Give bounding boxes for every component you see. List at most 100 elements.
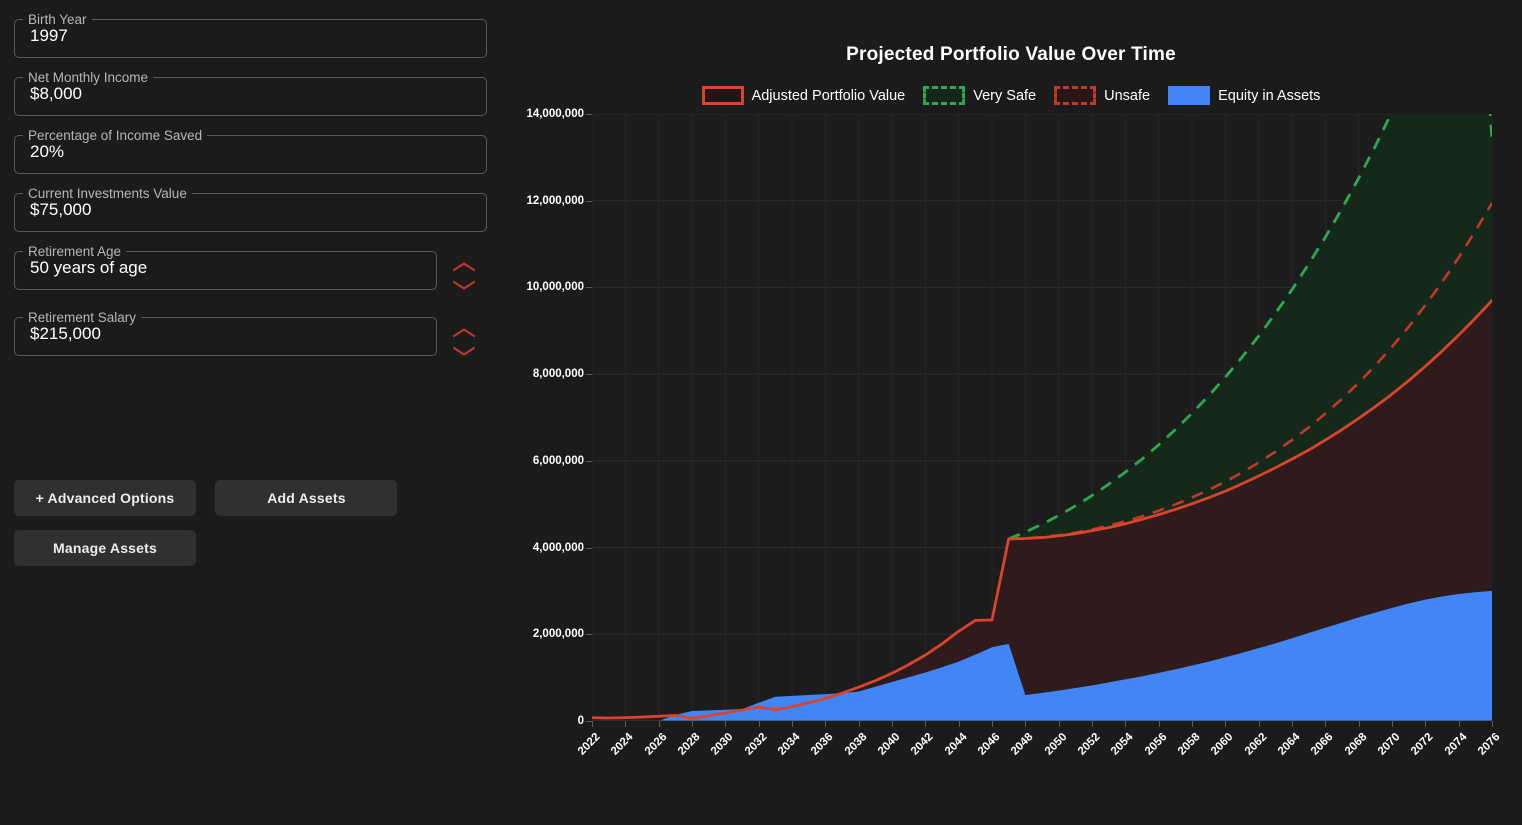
current-investments-value-input[interactable]: $75,000 bbox=[14, 188, 487, 232]
chart-title: Projected Portfolio Value Over Time bbox=[846, 44, 1176, 65]
y-tick-label: 0 bbox=[577, 715, 584, 727]
legend-swatch-icon bbox=[1168, 86, 1211, 105]
actions-row-2: Manage Assets bbox=[14, 530, 484, 566]
field-retirement-age[interactable]: 50 years of age Retirement Age bbox=[14, 245, 437, 290]
field-row-net-monthly-income: $8,000 Net Monthly Income bbox=[0, 58, 500, 116]
x-tick-label: 2068 bbox=[1342, 731, 1370, 758]
x-tick-label: 2038 bbox=[842, 731, 870, 758]
y-tick-label: 2,000,000 bbox=[532, 628, 584, 641]
net-monthly-income-input[interactable]: $8,000 bbox=[14, 72, 487, 116]
legend-item-unsafe[interactable]: Unsafe bbox=[1054, 86, 1150, 105]
x-tick-mark bbox=[925, 721, 927, 727]
x-tick-label: 2040 bbox=[875, 731, 903, 758]
x-tick-label: 2052 bbox=[1075, 731, 1103, 758]
x-tick-mark bbox=[958, 721, 960, 727]
x-tick-mark bbox=[1092, 721, 1093, 727]
x-tick-mark bbox=[1325, 721, 1327, 727]
birth-year-input[interactable]: 1997 bbox=[14, 14, 487, 58]
x-tick-mark bbox=[725, 721, 727, 727]
chart-panel: Projected Portfolio Value Over Time Adju… bbox=[500, 0, 1522, 825]
x-tick-mark bbox=[1225, 721, 1227, 727]
x-tick-label: 2024 bbox=[609, 731, 636, 758]
advanced-options-button[interactable]: + Advanced Options bbox=[14, 480, 196, 516]
add-assets-button[interactable]: Add Assets bbox=[215, 480, 398, 516]
x-tick-mark bbox=[825, 721, 827, 727]
legend-swatch-icon bbox=[701, 86, 744, 105]
field-birth-year[interactable]: 1997 Birth Year bbox=[14, 13, 487, 58]
x-tick-label: 2050 bbox=[1042, 731, 1070, 758]
x-tick-mark bbox=[1392, 721, 1393, 727]
x-tick-label: 2056 bbox=[1142, 731, 1170, 758]
chevron-up-icon[interactable] bbox=[453, 328, 475, 337]
field-row-retirement-salary: $215,000 Retirement Salary bbox=[0, 298, 500, 364]
retirement-planner-app: 1997 Birth Year $8,000 Net Monthly Incom… bbox=[0, 0, 1522, 825]
y-tick-label: 12,000,000 bbox=[526, 194, 584, 207]
manage-assets-button[interactable]: Manage Assets bbox=[14, 530, 196, 566]
x-tick-mark bbox=[1025, 721, 1027, 727]
y-tick-label: 4,000,000 bbox=[532, 541, 584, 554]
y-tick-label: 8,000,000 bbox=[532, 368, 584, 381]
retirement-salary-input[interactable]: $215,000 bbox=[14, 312, 437, 356]
x-tick-label: 2062 bbox=[1242, 731, 1270, 758]
chart-svg bbox=[592, 114, 1492, 721]
x-tick-label: 2066 bbox=[1309, 731, 1336, 758]
field-percentage-of-income-saved[interactable]: 20% Percentage of Income Saved bbox=[14, 129, 487, 174]
y-tick-label: 14,000,000 bbox=[526, 108, 584, 120]
chevron-down-icon[interactable] bbox=[453, 347, 475, 356]
x-tick-mark bbox=[1258, 721, 1260, 727]
x-tick-mark bbox=[792, 721, 793, 727]
x-tick-label: 2076 bbox=[1475, 731, 1503, 758]
chevron-up-icon[interactable] bbox=[453, 262, 475, 271]
chart-plot-area bbox=[592, 114, 1492, 721]
x-tick-label: 2036 bbox=[809, 731, 836, 758]
legend-item-very-safe[interactable]: Very Safe bbox=[923, 86, 1036, 105]
legend-item-adjusted-portfolio-value[interactable]: Adjusted Portfolio Value bbox=[701, 86, 905, 105]
retirement-salary-stepper[interactable] bbox=[447, 320, 481, 364]
legend-label: Equity in Assets bbox=[1218, 87, 1321, 104]
x-tick-label: 2064 bbox=[1275, 731, 1303, 758]
actions-area: + Advanced Options Add Assets Manage Ass… bbox=[14, 480, 484, 566]
x-tick-label: 2030 bbox=[709, 731, 736, 758]
x-tick-mark bbox=[1492, 721, 1493, 727]
chevron-down-icon[interactable] bbox=[453, 281, 475, 290]
field-retirement-salary[interactable]: $215,000 Retirement Salary bbox=[14, 311, 437, 356]
field-row-current-investments-value: $75,000 Current Investments Value bbox=[0, 174, 500, 232]
inputs-panel: 1997 Birth Year $8,000 Net Monthly Incom… bbox=[0, 0, 500, 825]
x-tick-label: 2032 bbox=[742, 731, 770, 758]
x-tick-mark bbox=[858, 721, 860, 727]
legend-swatch-icon bbox=[923, 86, 966, 105]
x-tick-label: 2042 bbox=[909, 731, 936, 758]
x-tick-label: 2070 bbox=[1375, 731, 1403, 758]
x-tick-mark bbox=[1158, 721, 1160, 727]
x-tick-mark bbox=[1058, 721, 1060, 727]
retirement-age-stepper[interactable] bbox=[447, 254, 481, 298]
legend-item-equity-in-assets[interactable]: Equity in Assets bbox=[1168, 86, 1320, 105]
x-tick-mark bbox=[992, 721, 993, 727]
x-tick-mark bbox=[692, 721, 693, 727]
x-tick-mark bbox=[658, 721, 660, 727]
x-tick-label: 2060 bbox=[1209, 731, 1236, 758]
x-tick-mark bbox=[758, 721, 760, 727]
x-tick-label: 2046 bbox=[975, 731, 1003, 758]
field-current-investments-value[interactable]: $75,000 Current Investments Value bbox=[14, 187, 487, 232]
retirement-age-input[interactable]: 50 years of age bbox=[14, 246, 437, 290]
x-tick-mark bbox=[1125, 721, 1127, 727]
x-tick-label: 2074 bbox=[1442, 731, 1470, 758]
y-tick-label: 6,000,000 bbox=[532, 454, 584, 467]
x-tick-mark bbox=[1458, 721, 1460, 727]
chart-legend: Adjusted Portfolio Value Very Safe Unsaf… bbox=[500, 86, 1522, 105]
x-tick-label: 2022 bbox=[575, 731, 603, 758]
x-tick-mark bbox=[592, 721, 593, 727]
y-tick-label: 10,000,000 bbox=[526, 281, 584, 294]
x-tick-label: 2048 bbox=[1009, 731, 1036, 758]
x-tick-mark bbox=[892, 721, 893, 727]
field-row-percentage-of-income-saved: 20% Percentage of Income Saved bbox=[0, 116, 500, 174]
x-tick-label: 2028 bbox=[675, 731, 703, 758]
field-row-birth-year: 1997 Birth Year bbox=[0, 0, 500, 58]
legend-swatch-icon bbox=[1054, 86, 1097, 105]
x-tick-label: 2044 bbox=[942, 731, 970, 758]
x-tick-label: 2072 bbox=[1409, 731, 1436, 758]
x-tick-mark bbox=[1425, 721, 1427, 727]
percentage-of-income-saved-input[interactable]: 20% bbox=[14, 130, 487, 174]
field-net-monthly-income[interactable]: $8,000 Net Monthly Income bbox=[14, 71, 487, 116]
